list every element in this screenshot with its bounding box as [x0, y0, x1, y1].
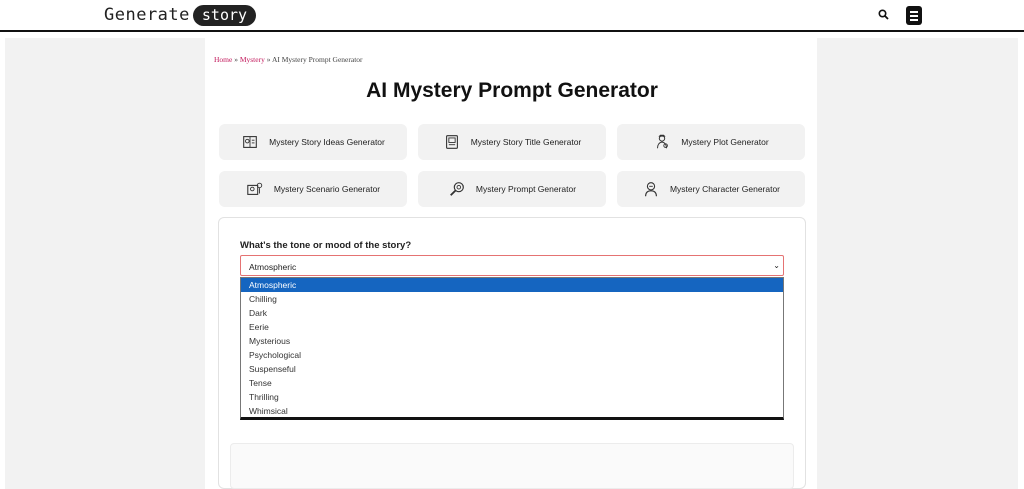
tone-option[interactable]: Thrilling [241, 390, 783, 404]
card-story-title[interactable]: Mystery Story Title Generator [418, 124, 606, 160]
card-label: Mystery Plot Generator [681, 137, 769, 147]
breadcrumb-home[interactable]: Home [214, 55, 232, 64]
detective-icon [657, 134, 669, 149]
breadcrumb-separator: » [264, 55, 272, 64]
menu-icon[interactable] [906, 6, 922, 25]
tone-option[interactable]: Tense [241, 376, 783, 390]
tone-option[interactable]: Eerie [241, 320, 783, 334]
right-ad-area [817, 38, 1018, 489]
card-prompt[interactable]: Mystery Prompt Generator [418, 171, 606, 207]
tone-label: What's the tone or mood of the story? [240, 240, 412, 251]
character-icon [645, 182, 657, 197]
title-book-icon [445, 135, 458, 149]
card-label: Mystery Character Generator [669, 184, 781, 194]
card-label: Mystery Story Ideas Generator [269, 137, 385, 147]
logo-pill: story [192, 4, 257, 26]
card-character[interactable]: Mystery Character Generator [617, 171, 805, 207]
card-label: Mystery Scenario Generator [273, 184, 381, 194]
logo-text: Generate [104, 5, 190, 25]
breadcrumb-separator: » [232, 55, 240, 64]
card-label: Mystery Prompt Generator [475, 184, 577, 194]
tone-option[interactable]: Mysterious [241, 334, 783, 348]
left-ad-area [5, 38, 205, 489]
idea-book-icon [243, 136, 257, 148]
tone-dropdown-list[interactable]: Atmospheric Chilling Dark Eerie Mysterio… [240, 277, 784, 420]
tone-option[interactable]: Atmospheric [241, 278, 783, 292]
search-icon[interactable] [876, 7, 892, 23]
page-title: AI Mystery Prompt Generator [366, 79, 658, 102]
scenario-icon [247, 182, 263, 195]
magnifier-icon [449, 182, 464, 196]
tone-option[interactable]: Chilling [241, 292, 783, 306]
tone-select[interactable]: Atmospheric ⌄ [240, 255, 784, 276]
breadcrumb-current: AI Mystery Prompt Generator [271, 55, 363, 64]
chevron-down-icon: ⌄ [773, 261, 780, 270]
tone-option[interactable]: Suspenseful [241, 362, 783, 376]
card-label: Mystery Story Title Generator [470, 137, 582, 147]
tone-option[interactable]: Psychological [241, 348, 783, 362]
tone-option[interactable]: Dark [241, 306, 783, 320]
result-output-area [230, 443, 794, 489]
card-scenario[interactable]: Mystery Scenario Generator [219, 171, 407, 207]
card-story-ideas[interactable]: Mystery Story Ideas Generator [219, 124, 407, 160]
site-logo[interactable]: Generate story [104, 4, 257, 26]
breadcrumb: Home » Mystery » AI Mystery Prompt Gener… [214, 55, 363, 64]
breadcrumb-mystery[interactable]: Mystery [240, 55, 265, 64]
tone-option[interactable]: Whimsical [241, 404, 783, 418]
card-plot[interactable]: Mystery Plot Generator [617, 124, 805, 160]
tone-selected-value: Atmospheric [249, 262, 297, 272]
site-header: Generate story [0, 0, 1024, 32]
